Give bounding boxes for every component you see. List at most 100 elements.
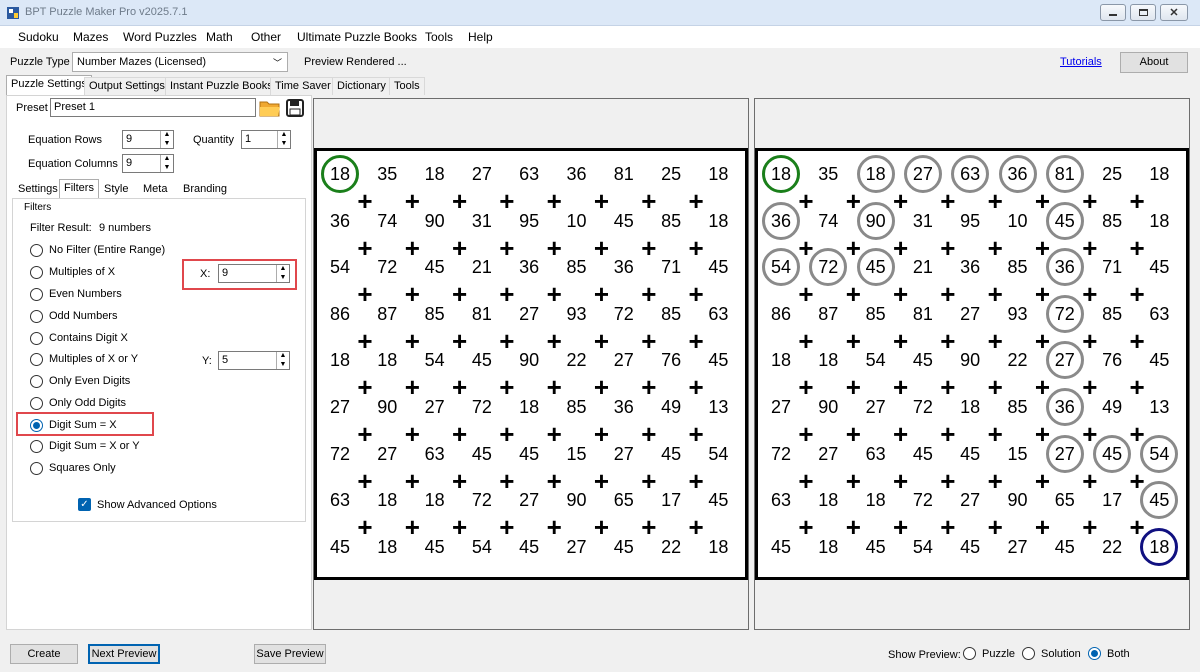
spin-up-icon[interactable]: ▲ (277, 352, 289, 361)
spin-up-icon[interactable]: ▲ (161, 155, 173, 164)
preview-option-both[interactable]: Both (1088, 647, 1130, 660)
filter-option[interactable]: Only Odd Digits (30, 394, 126, 412)
spin-down-icon[interactable]: ▼ (277, 361, 289, 370)
menu-ultimate-puzzle-books[interactable]: Ultimate Puzzle Books (297, 30, 417, 44)
operator-plus: + (893, 372, 909, 403)
subtab-meta[interactable]: Meta (139, 181, 171, 198)
filter-option[interactable]: Digit Sum = X or Y (30, 437, 140, 455)
radio-icon[interactable] (30, 352, 43, 366)
filter-option[interactable]: Odd Numbers (30, 307, 117, 325)
x-stepper[interactable]: 9 ▲ ▼ (218, 264, 290, 283)
radio-icon[interactable] (30, 287, 43, 301)
radio-icon[interactable] (30, 243, 43, 257)
radio-icon[interactable] (963, 647, 976, 660)
quantity-label: Quantity (193, 134, 234, 146)
open-folder-icon[interactable] (259, 98, 281, 118)
tab-tools[interactable]: Tools (389, 77, 425, 95)
menu-math[interactable]: Math (206, 30, 233, 44)
minimize-button[interactable] (1100, 4, 1126, 21)
create-button[interactable]: Create (10, 644, 78, 664)
operator-plus: + (1034, 325, 1051, 356)
tab-puzzle-settings[interactable]: Puzzle Settings (6, 75, 92, 96)
puzzle-type-label: Puzzle Type (10, 56, 70, 68)
operator-plus: + (688, 186, 704, 216)
preview-option-solution[interactable]: Solution (1022, 647, 1081, 660)
save-preview-button[interactable]: Save Preview (254, 644, 326, 664)
grid-cell: 25 (1102, 164, 1123, 184)
spin-up-icon[interactable]: ▲ (278, 131, 290, 140)
preset-input[interactable]: Preset 1 (50, 98, 256, 117)
radio-icon[interactable] (30, 331, 43, 345)
radio-icon[interactable] (30, 439, 43, 453)
radio-icon[interactable] (30, 396, 43, 410)
close-button[interactable]: ✕ (1160, 4, 1188, 21)
spin-down-icon[interactable]: ▼ (277, 274, 289, 283)
radio-icon[interactable] (30, 461, 43, 475)
filter-option[interactable]: Only Even Digits (30, 372, 130, 390)
spin-buttons[interactable]: ▲ ▼ (277, 131, 290, 148)
operator-plus: + (357, 512, 373, 543)
digit-sum-highlight (16, 412, 154, 436)
bottom-bar (0, 636, 1200, 672)
radio-icon[interactable] (30, 374, 43, 388)
maximize-button[interactable] (1130, 4, 1156, 21)
tab-output-settings[interactable]: Output Settings (84, 77, 170, 95)
y-stepper[interactable]: 5 ▲ ▼ (218, 351, 290, 370)
radio-icon[interactable] (30, 265, 43, 279)
spin-buttons[interactable]: ▲ ▼ (160, 155, 173, 172)
menu-help[interactable]: Help (468, 30, 493, 44)
tutorials-link[interactable]: Tutorials (1060, 56, 1102, 68)
tab-dictionary[interactable]: Dictionary (332, 77, 391, 95)
subtab-branding[interactable]: Branding (179, 181, 231, 198)
radio-icon[interactable] (1088, 647, 1101, 660)
operator-plus: + (593, 279, 610, 310)
spin-up-icon[interactable]: ▲ (277, 265, 289, 274)
operator-plus: + (1129, 465, 1145, 496)
grid-cell: 36 (566, 164, 587, 184)
about-button[interactable]: About (1120, 52, 1188, 73)
subtab-filters[interactable]: Filters (59, 179, 99, 199)
menu-word-puzzles[interactable]: Word Puzzles (123, 30, 197, 44)
puzzle-type-select[interactable]: Number Mazes (Licensed) ﹀ (72, 52, 288, 72)
radio-icon[interactable] (30, 309, 43, 323)
next-preview-button[interactable]: Next Preview (88, 644, 160, 664)
equation-columns-value: 9 (126, 157, 133, 169)
quantity-stepper[interactable]: 1 ▲ ▼ (241, 130, 291, 149)
operator-plus: + (688, 279, 704, 310)
spin-buttons[interactable]: ▲ ▼ (276, 352, 289, 369)
spin-buttons[interactable]: ▲ ▼ (276, 265, 289, 282)
tab-instant-puzzle-books[interactable]: Instant Puzzle Books (165, 77, 278, 95)
filter-option[interactable]: No Filter (Entire Range) (30, 241, 165, 259)
spin-up-icon[interactable]: ▲ (161, 131, 173, 140)
filter-option[interactable]: Squares Only (30, 459, 116, 477)
filter-option-label: Only Even Digits (49, 375, 131, 387)
menu-sudoku[interactable]: Sudoku (18, 30, 59, 44)
menu-mazes[interactable]: Mazes (73, 30, 108, 44)
operator-plus: + (641, 419, 657, 449)
show-advanced-checkbox[interactable]: ✓ Show Advanced Options (78, 498, 217, 511)
operator-plus: + (593, 372, 610, 403)
filter-option[interactable]: Multiples of X or Y (30, 350, 138, 368)
operator-plus: + (404, 465, 420, 496)
radio-icon[interactable] (1022, 647, 1035, 660)
spin-buttons[interactable]: ▲ ▼ (160, 131, 173, 148)
spin-down-icon[interactable]: ▼ (161, 164, 173, 173)
grid-cell: 18 (329, 164, 351, 184)
equation-columns-stepper[interactable]: 9 ▲ ▼ (122, 154, 174, 173)
menu-tools[interactable]: Tools (425, 30, 453, 44)
filter-option[interactable]: Even Numbers (30, 285, 122, 303)
spin-down-icon[interactable]: ▼ (278, 140, 290, 149)
operator-plus: + (798, 372, 814, 403)
operator-plus: + (987, 232, 1003, 263)
filter-option[interactable]: Contains Digit X (30, 329, 128, 347)
preview-option-puzzle[interactable]: Puzzle (963, 647, 1015, 660)
equation-rows-stepper[interactable]: 9 ▲ ▼ (122, 130, 174, 149)
spin-down-icon[interactable]: ▼ (161, 140, 173, 149)
subtab-settings[interactable]: Settings (14, 181, 62, 198)
subtab-style[interactable]: Style (100, 181, 132, 198)
filter-option[interactable]: Multiples of X (30, 263, 115, 281)
operator-plus: + (1082, 232, 1098, 263)
menu-other[interactable]: Other (251, 30, 281, 44)
tab-time-saver[interactable]: Time Saver (270, 77, 336, 95)
save-icon[interactable] (285, 98, 305, 118)
